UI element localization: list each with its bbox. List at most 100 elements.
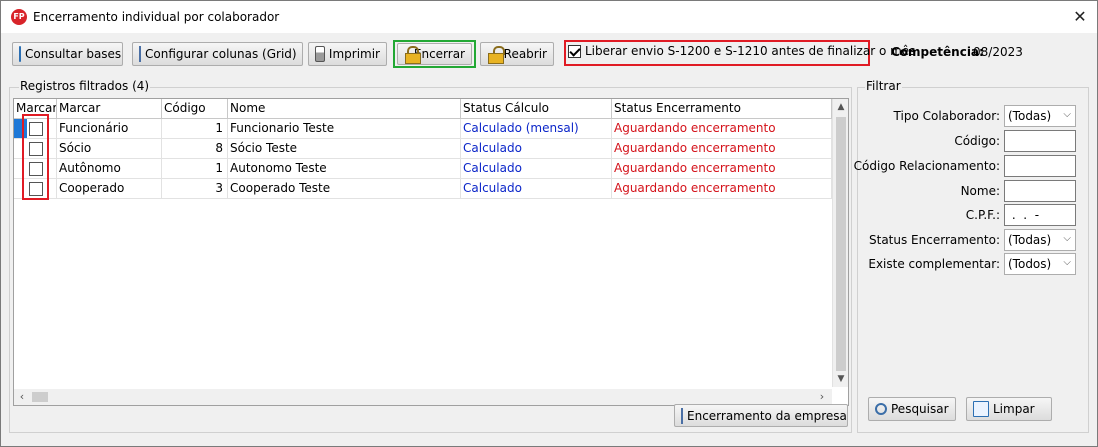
existe-complementar-row: Existe complementar: (Todos) ⌵ bbox=[868, 253, 1076, 275]
vertical-scroll-thumb[interactable] bbox=[836, 117, 846, 371]
codigo-relacionamento-row: Código Relacionamento: bbox=[854, 155, 1076, 177]
competencia-value: 08/2023 bbox=[973, 45, 1023, 59]
status-encerramento-row: Status Encerramento: (Todas) ⌵ bbox=[869, 229, 1076, 251]
unlock-icon bbox=[487, 46, 505, 64]
codigo-cell: 3 bbox=[162, 179, 228, 199]
close-button[interactable]: ✕ bbox=[1067, 5, 1093, 29]
status-calculo-cell: Calculado (mensal) bbox=[461, 119, 612, 139]
eraser-icon bbox=[973, 401, 989, 417]
configurar-colunas-button[interactable]: Configurar colunas (Grid) bbox=[132, 42, 303, 66]
configurar-colunas-label: Configurar colunas (Grid) bbox=[145, 47, 297, 61]
pesquisar-label: Pesquisar bbox=[891, 402, 949, 416]
nome-cell: Sócio Teste bbox=[228, 139, 461, 159]
reabrir-button[interactable]: Reabrir bbox=[480, 42, 554, 66]
cpf-row: C.P.F.: bbox=[966, 204, 1076, 226]
main-window: FP Encerramento individual por colaborad… bbox=[0, 0, 1098, 447]
table-row[interactable]: Autônomo 1 Autonomo Teste Calculado Agua… bbox=[14, 159, 832, 179]
nome-cell: Autonomo Teste bbox=[228, 159, 461, 179]
vertical-scrollbar[interactable]: ▲ ▼ bbox=[832, 99, 848, 387]
table-row[interactable]: Sócio 8 Sócio Teste Calculado Aguardando… bbox=[14, 139, 832, 159]
filter-group: Filtrar Tipo Colaborador: (Todas) ⌵ Códi… bbox=[854, 79, 1089, 433]
column-header-nome[interactable]: Nome bbox=[228, 99, 461, 119]
printer-icon bbox=[315, 46, 325, 62]
encerramento-empresa-button[interactable]: Encerramento da empresa bbox=[674, 404, 848, 427]
codigo-cell: 1 bbox=[162, 119, 228, 139]
pesquisar-button[interactable]: Pesquisar bbox=[868, 397, 956, 421]
codigo-cell: 8 bbox=[162, 139, 228, 159]
grid-icon bbox=[139, 46, 141, 62]
nome-input[interactable] bbox=[1004, 180, 1076, 202]
table-row[interactable]: Funcionário 1 Funcionario Teste Calculad… bbox=[14, 119, 832, 139]
consultar-bases-label: Consultar bases bbox=[25, 47, 122, 61]
reabrir-label: Reabrir bbox=[503, 47, 547, 61]
app-logo-icon: FP bbox=[11, 9, 27, 25]
column-header-status-encerramento[interactable]: Status Encerramento bbox=[612, 99, 832, 119]
window-icon bbox=[681, 407, 683, 424]
nome-label: Nome: bbox=[960, 184, 1000, 198]
codigo-label: Código: bbox=[954, 134, 1000, 148]
records-grid: Marcar Marcar Código Nome Status Cálculo… bbox=[13, 98, 849, 406]
chevron-down-icon: ⌵ bbox=[1063, 257, 1071, 268]
chevron-down-icon: ⌵ bbox=[1063, 233, 1071, 244]
scroll-right-icon[interactable]: › bbox=[814, 389, 830, 405]
status-encerramento-cell: Aguardando encerramento bbox=[612, 119, 832, 139]
codigo-input[interactable] bbox=[1004, 130, 1076, 152]
document-icon bbox=[19, 46, 21, 62]
column-header-codigo[interactable]: Código bbox=[162, 99, 228, 119]
existe-complementar-value: (Todos) bbox=[1008, 257, 1052, 271]
horizontal-scrollbar[interactable]: ‹ › bbox=[14, 389, 832, 405]
codigo-relacionamento-input[interactable] bbox=[1004, 155, 1076, 177]
column-header-tipo[interactable]: Marcar bbox=[57, 99, 162, 119]
consultar-bases-button[interactable]: Consultar bases bbox=[12, 42, 123, 66]
tipo-cell: Sócio bbox=[57, 139, 162, 159]
scroll-up-icon[interactable]: ▲ bbox=[833, 99, 848, 115]
tipo-colaborador-value: (Todas) bbox=[1008, 109, 1052, 123]
status-encerramento-select[interactable]: (Todas) ⌵ bbox=[1004, 229, 1076, 251]
window-title: Encerramento individual por colaborador bbox=[33, 10, 280, 24]
tipo-colaborador-select[interactable]: (Todas) ⌵ bbox=[1004, 105, 1076, 127]
tipo-cell: Funcionário bbox=[57, 119, 162, 139]
nome-cell: Funcionario Teste bbox=[228, 119, 461, 139]
codigo-cell: 1 bbox=[162, 159, 228, 179]
existe-complementar-label: Existe complementar: bbox=[868, 257, 1000, 271]
scroll-left-icon[interactable]: ‹ bbox=[14, 389, 30, 405]
imprimir-label: Imprimir bbox=[328, 47, 380, 61]
scroll-down-icon[interactable]: ▼ bbox=[833, 371, 848, 387]
imprimir-button[interactable]: Imprimir bbox=[308, 42, 387, 66]
limpar-label: Limpar bbox=[993, 402, 1035, 416]
marcar-column-highlight bbox=[22, 114, 49, 200]
status-calculo-cell: Calculado bbox=[461, 179, 612, 199]
status-calculo-cell: Calculado bbox=[461, 159, 612, 179]
lock-icon bbox=[404, 46, 421, 64]
column-header-status-calculo[interactable]: Status Cálculo bbox=[461, 99, 612, 119]
limpar-button[interactable]: Limpar bbox=[966, 397, 1052, 421]
status-encerramento-cell: Aguardando encerramento bbox=[612, 159, 832, 179]
codigo-relacionamento-label: Código Relacionamento: bbox=[853, 159, 1000, 173]
status-encerramento-value: (Todas) bbox=[1008, 233, 1052, 247]
table-row[interactable]: Cooperado 3 Cooperado Teste Calculado Ag… bbox=[14, 179, 832, 199]
toolbar: Consultar bases Configurar colunas (Grid… bbox=[1, 33, 1097, 75]
nome-cell: Cooperado Teste bbox=[228, 179, 461, 199]
chevron-down-icon: ⌵ bbox=[1063, 109, 1071, 120]
cpf-input[interactable] bbox=[1004, 204, 1076, 226]
status-calculo-cell: Calculado bbox=[461, 139, 612, 159]
encerrar-button[interactable]: Encerrar bbox=[397, 43, 472, 65]
liberar-envio-label: Liberar envio S-1200 e S-1210 antes de f… bbox=[585, 44, 916, 58]
nome-row: Nome: bbox=[961, 180, 1076, 202]
status-encerramento-label: Status Encerramento: bbox=[869, 233, 1000, 247]
tipo-colaborador-row: Tipo Colaborador: (Todas) ⌵ bbox=[894, 105, 1076, 127]
cpf-label: C.P.F.: bbox=[965, 208, 1000, 222]
tipo-cell: Autônomo bbox=[57, 159, 162, 179]
existe-complementar-select[interactable]: (Todos) ⌵ bbox=[1004, 253, 1076, 275]
search-icon bbox=[875, 403, 887, 415]
competencia-label: Competência: bbox=[891, 45, 984, 59]
tipo-cell: Cooperado bbox=[57, 179, 162, 199]
encerrar-label: Encerrar bbox=[413, 47, 465, 61]
liberar-envio-checkbox[interactable]: Liberar envio S-1200 e S-1210 antes de f… bbox=[568, 40, 915, 62]
liberar-checkbox-box[interactable] bbox=[568, 44, 581, 58]
encerramento-empresa-label: Encerramento da empresa bbox=[687, 408, 847, 423]
title-bar: FP Encerramento individual por colaborad… bbox=[1, 1, 1097, 33]
filter-legend: Filtrar bbox=[865, 79, 902, 93]
horizontal-scroll-thumb[interactable] bbox=[32, 392, 48, 402]
grid-header: Marcar Marcar Código Nome Status Cálculo… bbox=[14, 99, 832, 119]
